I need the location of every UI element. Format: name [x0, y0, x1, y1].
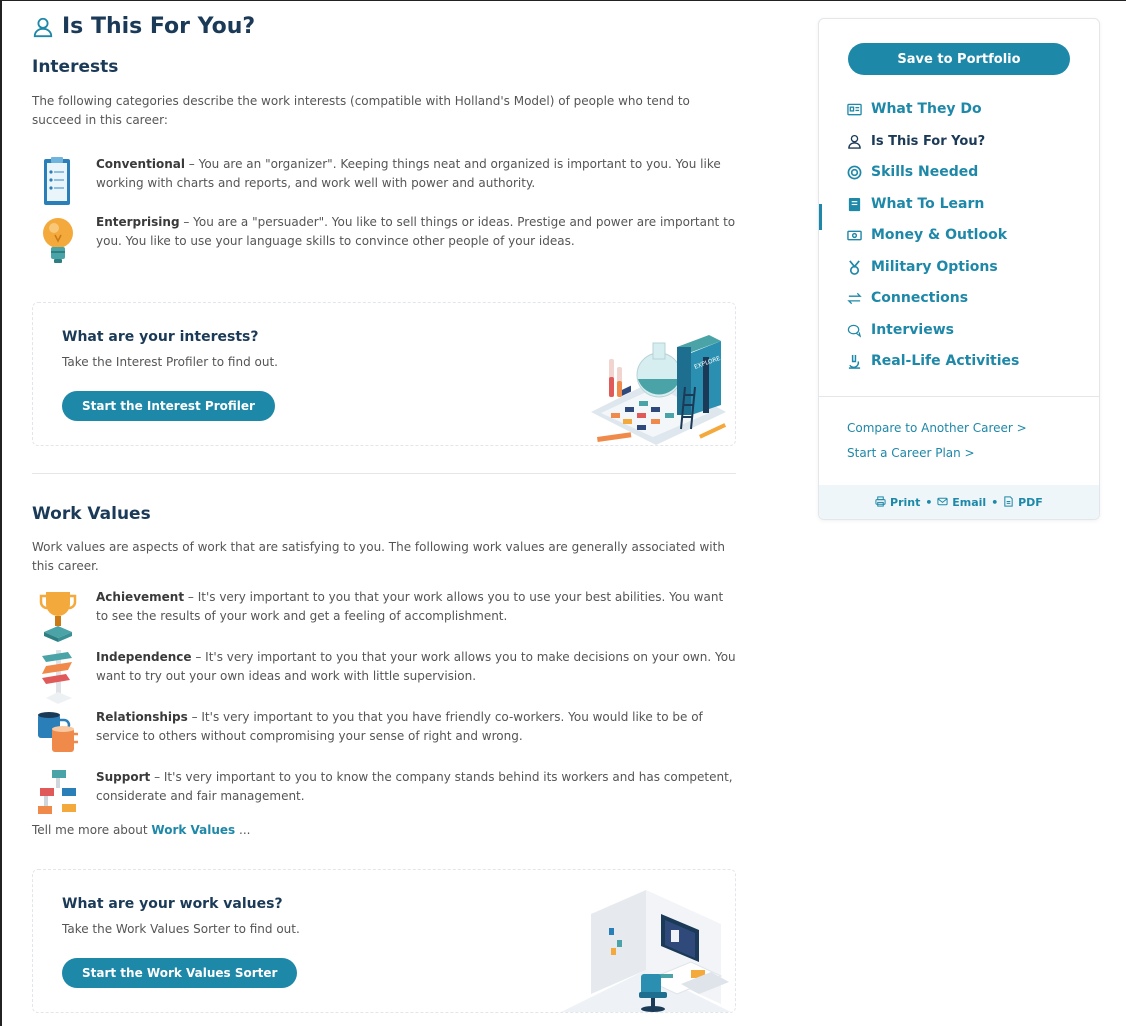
sidebar-item-money-outlook[interactable]: Money & Outlook [847, 223, 1007, 247]
interest-desc: – You are a "persuader". You like to sel… [96, 215, 736, 248]
sidebar-item-label: Real-Life Activities [871, 353, 1020, 369]
work-values-intro: Work values are aspects of work that are… [32, 540, 725, 573]
id-card-icon [847, 103, 862, 115]
printer-icon [875, 495, 886, 507]
print-label: Print [890, 495, 921, 509]
work-value-desc: – It's very important to you that your w… [96, 590, 724, 623]
interest-item: Conventional – You are an "organizer". K… [32, 155, 732, 215]
active-indicator [819, 204, 822, 230]
office-illustration [561, 890, 731, 1012]
money-icon [847, 230, 862, 240]
sidebar-item-label: Military Options [871, 259, 998, 275]
work-value-name: Independence [96, 650, 192, 664]
sidebar-item-interviews[interactable]: Interviews [847, 318, 954, 342]
microscope-icon [848, 354, 861, 369]
save-to-portfolio-button[interactable]: Save to Portfolio [848, 43, 1070, 75]
work-value-desc: – It's very important to you that you ha… [96, 710, 703, 743]
interests-heading: Interests [32, 57, 119, 77]
start-career-plan-link[interactable]: Start a Career Plan > [847, 446, 975, 460]
arrows-icon [847, 292, 862, 304]
interest-desc: – You are an "organizer". Keeping things… [96, 157, 721, 190]
sidebar-item-label: Skills Needed [871, 164, 979, 180]
work-values-link[interactable]: Work Values [151, 823, 235, 837]
interest-cta-subtitle: Take the Interest Profiler to find out. [62, 355, 278, 369]
share-bar: Print • Email • PDF [819, 485, 1099, 519]
work-value-item: Relationships – It's very important to y… [32, 708, 732, 768]
person-icon [33, 17, 53, 37]
start-interest-profiler-button[interactable]: Start the Interest Profiler [62, 391, 275, 421]
separator-dot: • [925, 495, 933, 509]
pdf-file-icon [1004, 495, 1013, 507]
cups-icon [38, 712, 78, 752]
compare-career-link[interactable]: Compare to Another Career > [847, 421, 1027, 435]
org-chart-icon [38, 770, 76, 814]
work-value-name: Achievement [96, 590, 185, 604]
page-title-text: Is This For You? [62, 14, 256, 39]
tell-me-more: Tell me more about Work Values ... [32, 823, 250, 837]
pdf-label: PDF [1018, 495, 1043, 509]
start-work-values-sorter-button[interactable]: Start the Work Values Sorter [62, 958, 298, 988]
interest-name: Enterprising [96, 215, 180, 229]
print-link[interactable]: Print [875, 496, 920, 509]
clipboard-icon [44, 157, 70, 205]
sidebar-item-military-options[interactable]: Military Options [847, 255, 998, 279]
lightbulb-icon [43, 218, 73, 263]
work-value-desc: – It's very important to you to know the… [96, 770, 733, 803]
work-values-cta-title: What are your work values? [62, 896, 283, 912]
sidebar-item-label: What They Do [871, 101, 982, 117]
sidebar-item-label: Money & Outlook [871, 227, 1008, 243]
sidebar-item-label: Is This For You? [871, 133, 986, 149]
sidebar-item-skills-needed[interactable]: Skills Needed [847, 160, 978, 184]
interest-name: Conventional [96, 157, 185, 171]
interest-cta-title: What are your interests? [62, 329, 259, 345]
sidebar-item-connections[interactable]: Connections [847, 286, 968, 310]
work-values-heading: Work Values [32, 504, 151, 524]
work-values-cta-subtitle: Take the Work Values Sorter to find out. [62, 922, 300, 936]
separator-dot: • [991, 495, 999, 509]
sidebar-item-what-to-learn[interactable]: What To Learn [847, 192, 984, 216]
sidebar-item-label: What To Learn [871, 196, 985, 212]
trophy-icon [39, 592, 77, 642]
sidebar-item-real-life-activities[interactable]: Real-Life Activities [847, 349, 1019, 373]
envelope-icon [937, 497, 949, 505]
work-value-name: Support [96, 770, 151, 784]
signpost-icon [42, 650, 72, 704]
chat-icon [847, 324, 862, 338]
sidebar: Save to Portfolio What They Do Is This F… [818, 18, 1100, 520]
tell-me-more-suffix: ... [235, 823, 251, 837]
page-title: Is This For You? [32, 14, 255, 39]
sidebar-item-is-this-for-you[interactable]: Is This For You? [847, 129, 985, 153]
sidebar-item-label: Connections [871, 290, 969, 306]
work-values-sorter-card: What are your work values? Take the Work… [32, 869, 736, 1013]
sidebar-item-what-they-do[interactable]: What They Do [847, 97, 982, 121]
email-label: Email [952, 495, 987, 509]
work-value-item: Achievement – It's very important to you… [32, 588, 732, 648]
sidebar-item-label: Interviews [871, 322, 954, 338]
science-illustration: EXPLORE [591, 335, 727, 445]
person-icon [848, 134, 861, 149]
interest-profiler-card: What are your interests? Take the Intere… [32, 302, 736, 446]
tell-me-more-prefix: Tell me more about [32, 823, 152, 837]
email-link[interactable]: Email [937, 496, 986, 509]
work-value-desc: – It's very important to you that your w… [96, 650, 736, 683]
target-icon [847, 165, 862, 179]
interests-intro: The following categories describe the wo… [32, 94, 690, 127]
sidebar-divider [819, 396, 1099, 397]
work-value-item: Independence – It's very important to yo… [32, 648, 736, 708]
interest-item: Enterprising – You are a "persuader". Yo… [32, 213, 736, 273]
work-value-name: Relationships [96, 710, 188, 724]
book-icon [848, 197, 861, 211]
section-divider [32, 473, 736, 474]
medal-icon [849, 259, 860, 275]
work-value-item: Support – It's very important to you to … [32, 768, 733, 828]
pdf-link[interactable]: PDF [1003, 496, 1043, 509]
